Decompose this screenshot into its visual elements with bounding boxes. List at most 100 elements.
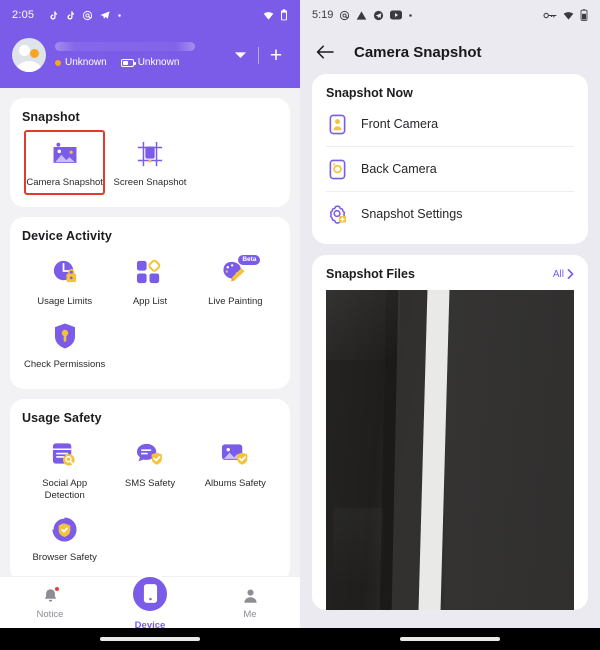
section-title-device-activity: Device Activity (22, 228, 112, 243)
right-app-bar: Camera Snapshot (300, 30, 600, 74)
left-content-scroll[interactable]: Snapshot Camera Snapshot Screen Snapshot… (0, 88, 300, 576)
tile-empty-slot (107, 312, 192, 375)
tile-browser-safety[interactable]: Browser Safety (22, 505, 107, 568)
tile-usage-limits[interactable]: Usage Limits (22, 249, 107, 312)
tile-label: Albums Safety (204, 477, 266, 489)
at-icon (82, 10, 93, 21)
wifi-icon (562, 10, 575, 21)
connection-status: Unknown (55, 57, 107, 68)
battery-level-icon (120, 58, 136, 67)
tile-empty-slot (193, 312, 278, 375)
account-header-row[interactable]: Unknown Unknown + (0, 30, 300, 88)
photo-right-face (445, 290, 574, 610)
tiktok-icon (48, 10, 59, 21)
left-phone-screen: 2:05 Unknown Unknown + Snapshot Camera S… (0, 0, 300, 650)
nav-item-notice[interactable]: Notice (0, 585, 100, 620)
right-status-right-group (543, 9, 588, 21)
back-camera-icon (326, 158, 348, 180)
row-label: Back Camera (361, 162, 437, 176)
screen-snapshot-icon (134, 138, 166, 170)
tile-label: Screen Snapshot (113, 177, 187, 188)
tile-albums-safety[interactable]: Albums Safety (193, 431, 278, 506)
avatar[interactable] (12, 38, 46, 72)
notice-badge-dot (54, 585, 60, 592)
tiktok-icon (65, 10, 76, 21)
nav-label: Device (134, 619, 166, 631)
person-icon (240, 586, 260, 606)
purple-header: 2:05 Unknown Unknown + (0, 0, 300, 88)
at-icon (339, 10, 350, 21)
tile-camera-snapshot[interactable]: Camera Snapshot (22, 130, 107, 195)
snapshot-now-header: Snapshot Now (312, 74, 588, 102)
tile-sms-safety[interactable]: SMS Safety (107, 431, 192, 506)
row-snapshot-settings[interactable]: Snapshot Settings (312, 192, 588, 236)
tile-check-permissions[interactable]: Check Permissions (22, 312, 107, 375)
row-label: Front Camera (361, 117, 439, 131)
tile-label: App List (132, 295, 168, 307)
section-title-snapshot-files: Snapshot Files (326, 267, 415, 281)
browser-safety-icon (49, 513, 81, 545)
albums-safety-icon (219, 439, 251, 471)
avatar-head (19, 45, 30, 56)
view-all-link[interactable]: All (553, 269, 574, 280)
card-device-activity: Device Activity Usage Limits App List Be… (10, 216, 290, 389)
telegram-icon (373, 10, 384, 21)
youtube-icon (390, 10, 403, 20)
left-status-bar: 2:05 (0, 0, 300, 30)
back-arrow-icon[interactable] (314, 41, 336, 63)
device-name-placeholder (55, 42, 195, 51)
snapshot-photo-preview[interactable] (326, 290, 574, 610)
tile-label: Check Permissions (24, 358, 106, 370)
tile-empty-slot (193, 130, 278, 193)
right-phone-screen: 5:19 Camera Snapshot Snapshot Now Front … (300, 0, 600, 650)
right-status-bar: 5:19 (300, 0, 600, 30)
snapshot-preview-wrap[interactable] (312, 290, 588, 610)
wifi-icon (262, 10, 275, 21)
tile-empty-slot (107, 505, 192, 568)
tile-label: Social App Detection (42, 477, 88, 501)
section-title-usage-safety: Usage Safety (22, 410, 102, 425)
left-gesture-area (0, 628, 300, 650)
tile-label: SMS Safety (124, 477, 176, 489)
camera-snapshot-icon (49, 138, 81, 170)
usage-limits-icon (49, 257, 81, 289)
tile-app-list[interactable]: App List (107, 249, 192, 312)
beta-badge: Beta (237, 253, 262, 266)
device-activity-tile-grid: Usage Limits App List Beta Live Painting… (22, 249, 278, 375)
battery-icon (280, 9, 288, 21)
row-back-camera[interactable]: Back Camera (312, 147, 588, 191)
row-label: Snapshot Settings (361, 207, 463, 221)
status-dot-icon (55, 59, 61, 66)
right-gesture-area (300, 628, 600, 650)
nav-item-me[interactable]: Me (200, 586, 300, 620)
social-app-detection-icon (49, 439, 81, 471)
status-time: 5:19 (312, 9, 334, 21)
chevron-down-icon[interactable] (227, 42, 253, 68)
row-front-camera[interactable]: Front Camera (312, 102, 588, 146)
nav-label: Me (243, 608, 257, 620)
section-title-snapshot: Snapshot (22, 110, 80, 124)
tile-label: Usage Limits (37, 295, 93, 307)
view-all-label: All (552, 268, 564, 280)
add-device-button[interactable]: + (264, 42, 288, 68)
phone-icon[interactable] (129, 572, 171, 615)
gesture-bar[interactable] (100, 637, 200, 641)
card-bottom-spacer (312, 236, 588, 244)
usage-safety-tile-grid: Social App Detection SMS Safety Albums S… (22, 431, 278, 569)
page-title: Camera Snapshot (354, 43, 482, 61)
avatar-accent-dot (30, 49, 39, 58)
header-actions: + (227, 42, 288, 68)
nav-label: Notice (36, 608, 64, 620)
tile-live-painting[interactable]: Beta Live Painting (193, 249, 278, 312)
tile-label: Browser Safety (32, 552, 97, 564)
snapshot-settings-icon (326, 203, 348, 225)
gesture-bar[interactable] (400, 637, 500, 641)
left-status-right-group (262, 9, 288, 21)
chevron-right-icon (567, 269, 574, 279)
tile-social-app-detection[interactable]: Social App Detection (22, 431, 107, 506)
snapshot-tile-grid: Camera Snapshot Screen Snapshot (22, 130, 278, 195)
photo-faint-detail (333, 507, 384, 598)
tile-screen-snapshot[interactable]: Screen Snapshot (107, 130, 192, 193)
snapshot-files-header: Snapshot Files All (312, 255, 588, 290)
card-snapshot-now: Snapshot Now Front Camera Back Camera Sn… (312, 74, 588, 244)
